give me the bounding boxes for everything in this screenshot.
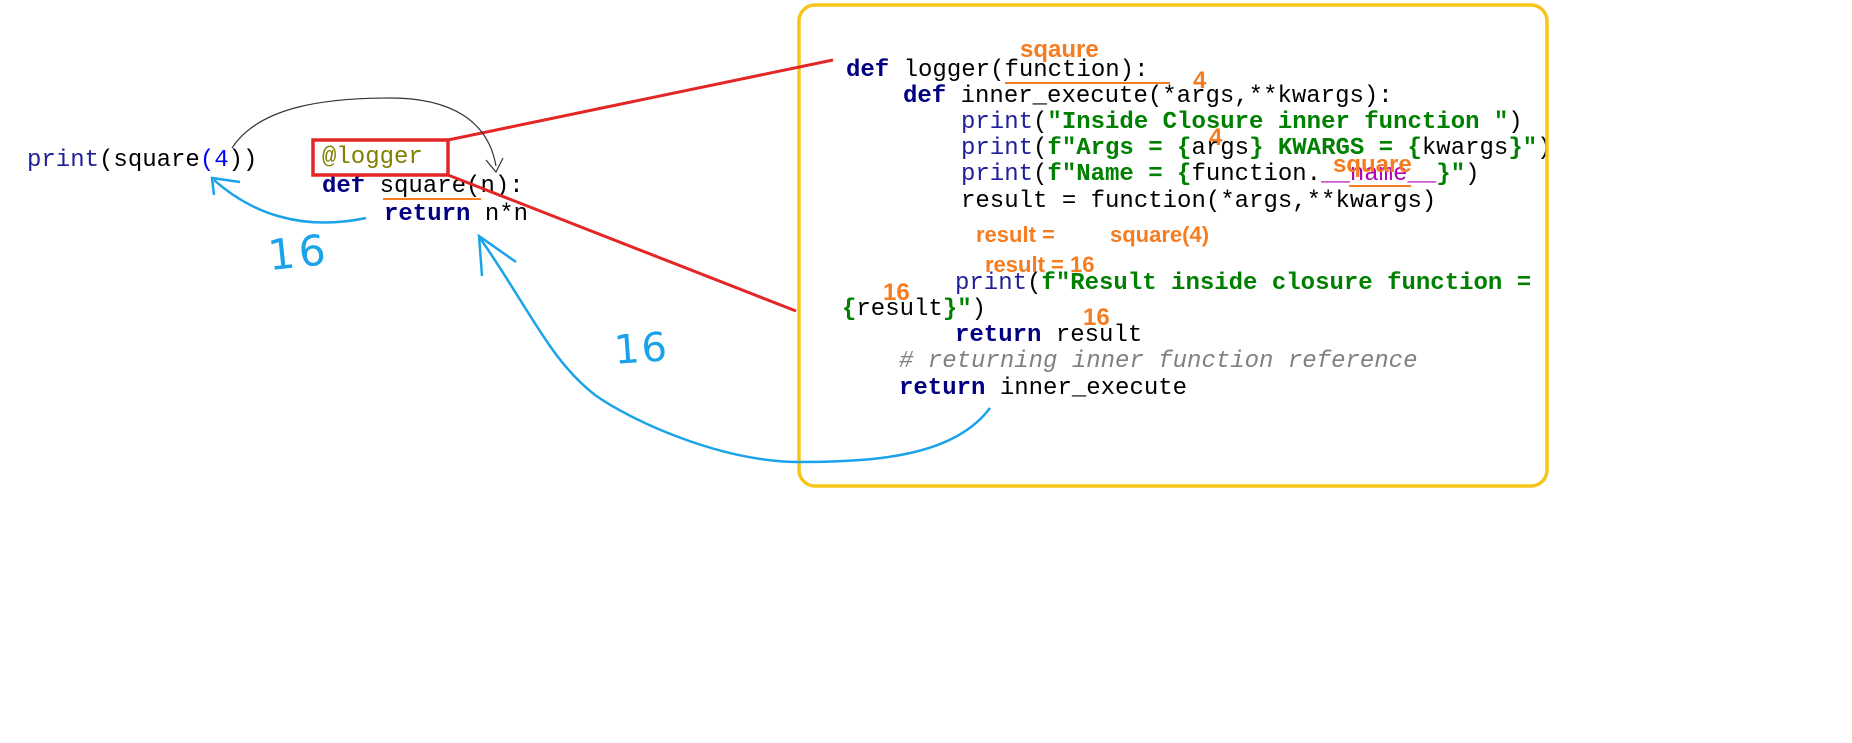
connector-line-top [447,58,834,142]
decorator-highlight-box [311,138,450,177]
closure-frame [797,3,1549,488]
return-flow-arrow-long [478,237,992,464]
connector-line-bottom [447,173,797,313]
diagram-overlay [210,3,1549,488]
return-flow-arrow-left [213,179,367,224]
argument-flow-arc [231,97,497,167]
return-arrowhead-long [477,233,517,277]
